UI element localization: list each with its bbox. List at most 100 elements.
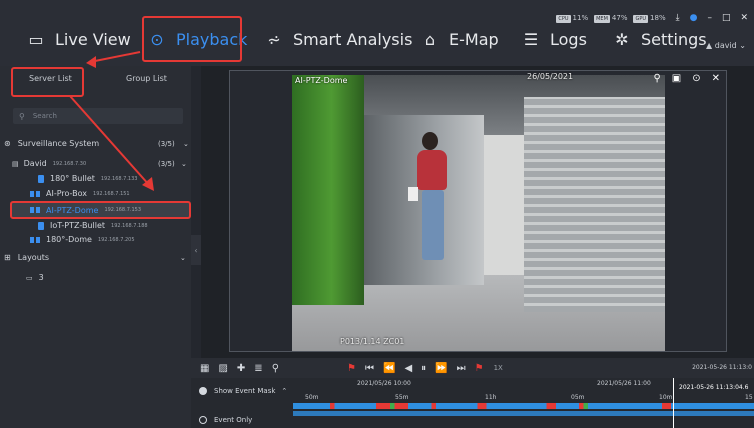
timeline-scale[interactable]: 2021/05/26 10:00 2021/05/26 11:00 50m 55…: [293, 378, 754, 428]
timeline-tick: 10m: [659, 394, 673, 401]
snapshot-icon[interactable]: ▣: [672, 73, 681, 84]
server-icon: ▤: [12, 159, 19, 168]
top-nav-bar: ▭ Live View ⊙ Playback ⩫ Smart Analysis …: [0, 0, 754, 66]
device-item[interactable]: IoT-PTZ-Bullet 192.168.7.188: [38, 221, 148, 230]
server-list-highlight-box: [11, 67, 84, 97]
device-ip: 192.168.7.188: [111, 222, 148, 229]
timeline-area: Show Event Mask ⌃ Event Only 2021/05/26 …: [191, 378, 754, 428]
zoom-icon[interactable]: ⚲: [653, 73, 660, 84]
event-only-label: Event Only: [214, 416, 253, 424]
memory-icon: MEM: [594, 14, 610, 23]
device-name: 180° Bullet: [50, 174, 95, 183]
chevron-down-icon: ⌄: [181, 159, 187, 168]
step-back-icon[interactable]: ◀: [404, 363, 412, 374]
timeline-tick: 11h: [485, 394, 497, 401]
dome-camera-icon: [30, 236, 40, 243]
tree-root[interactable]: ⊛ Surveillance System (3/5) ⌄: [4, 139, 189, 148]
record-icon[interactable]: ⊙: [692, 73, 700, 84]
search-event-icon[interactable]: ⚲: [272, 363, 279, 374]
minimize-icon[interactable]: –: [707, 13, 712, 23]
skip-end-icon[interactable]: ⏭: [457, 363, 466, 374]
device-item[interactable]: AI-Pro-Box 192.168.7.151: [30, 189, 130, 198]
tab-smart-analysis[interactable]: ⩫ Smart Analysis: [264, 22, 412, 56]
tree-root-label: Surveillance System: [17, 139, 100, 148]
tab-label: Settings: [641, 29, 707, 49]
timeline-date: 2021/05/26 11:00: [597, 380, 651, 387]
video-player[interactable]: AI-PTZ-Dome 26/05/2021 ⚲ ▣ ⊙ ✕ P013/1.14…: [229, 70, 727, 352]
tab-emap[interactable]: ⌂ E-Map: [420, 22, 499, 56]
recording-track[interactable]: [293, 411, 754, 416]
layouts-node[interactable]: ⊞ Layouts ⌄: [4, 253, 189, 262]
mem-status: MEM 47%: [594, 13, 628, 23]
server-ip: 192.168.7.30: [52, 160, 87, 167]
layout-item[interactable]: ▭ 3: [26, 273, 44, 282]
server-count: (3/5): [158, 159, 175, 168]
calendar-icon[interactable]: ▦: [200, 363, 209, 374]
playback-speed[interactable]: 1X: [494, 364, 503, 372]
tab-settings[interactable]: ✲ Settings: [612, 22, 707, 56]
layout-icon: ⊞: [4, 253, 11, 262]
sidebar: Server List Group List ⚲ Search ⊛ Survei…: [0, 66, 191, 428]
sidebar-collapse-handle[interactable]: ‹: [191, 235, 201, 265]
video-toolbar: ⚲ ▣ ⊙ ✕: [653, 73, 720, 84]
device-name: 180°-Dome: [46, 235, 92, 244]
logs-icon: ☰: [523, 29, 539, 49]
chevron-down-icon: ⌄: [180, 253, 186, 262]
add-tag-icon[interactable]: ✚: [237, 363, 245, 374]
timeline-cursor-label: 2021-05-26 11:13:04.6: [679, 384, 749, 391]
tab-logs[interactable]: ☰ Logs: [521, 22, 587, 56]
search-input[interactable]: ⚲ Search: [13, 108, 183, 124]
timeline-date: 2021/05/26 10:00: [357, 380, 411, 387]
close-icon[interactable]: ✕: [740, 13, 748, 23]
username: david: [714, 41, 737, 50]
video-viewport: AI-PTZ-Dome 26/05/2021 ⚲ ▣ ⊙ ✕ P013/1.14…: [201, 66, 754, 358]
gpu-status: GPU 18%: [633, 13, 666, 23]
rewind-icon[interactable]: ⏪: [383, 363, 395, 374]
event-track[interactable]: [293, 403, 754, 409]
next-event-icon[interactable]: ⚑: [475, 363, 484, 374]
system-icon: ⊛: [4, 139, 11, 148]
emap-icon: ⌂: [424, 29, 436, 49]
event-only-toggle[interactable]: Event Only: [199, 416, 252, 424]
playback-highlight-box: [142, 16, 242, 62]
notification-icon[interactable]: ●: [690, 13, 698, 23]
device-item[interactable]: 180°-Dome 192.168.7.205: [30, 235, 135, 244]
close-icon[interactable]: ✕: [712, 73, 720, 84]
skip-start-icon[interactable]: ⏮: [365, 363, 374, 374]
device-item[interactable]: 180° Bullet 192.168.7.133: [38, 174, 137, 183]
video-bottom-overlay: P013/1.14 ZC01: [340, 337, 405, 346]
tab-live-view[interactable]: ▭ Live View: [26, 22, 130, 56]
pause-icon[interactable]: ⏸: [421, 363, 426, 374]
system-status: CPU 11% MEM 47% GPU 18% ⤓ ● – □ ✕: [556, 13, 748, 23]
layout-item-icon: ▭: [26, 273, 33, 282]
maximize-icon[interactable]: □: [722, 13, 731, 23]
camera-feed: [292, 75, 665, 351]
show-event-mask-toggle[interactable]: Show Event Mask ⌃: [199, 387, 287, 395]
tab-group-list[interactable]: Group List: [126, 74, 167, 83]
user-menu[interactable]: ▲ david ⌄: [706, 41, 746, 50]
bullet-camera-icon: [38, 221, 44, 230]
box-camera-icon: [30, 190, 40, 197]
search-placeholder: Search: [32, 112, 57, 120]
device-ip: 192.168.7.205: [97, 236, 135, 243]
tree-root-count: (3/5): [158, 139, 175, 148]
list-icon[interactable]: ≣: [254, 363, 262, 374]
device-ip: 192.168.7.151: [93, 190, 130, 197]
analysis-icon: ⩫: [267, 29, 281, 49]
user-icon: ▲: [706, 41, 713, 50]
current-time: 2021-05-26 11:13:0: [692, 364, 752, 371]
layout-item-label: 3: [38, 273, 44, 282]
tab-label: E-Map: [449, 29, 499, 49]
server-node[interactable]: ▤ David 192.168.7.30 (3/5) ⌄: [12, 159, 189, 168]
tab-label: Logs: [550, 29, 587, 49]
timeline-cursor[interactable]: [673, 378, 674, 428]
server-label: David: [23, 159, 47, 168]
show-event-mask-label: Show Event Mask: [214, 387, 276, 395]
prev-event-icon[interactable]: ⚑: [347, 363, 356, 374]
video-camera-title: AI-PTZ-Dome: [295, 76, 348, 85]
fast-forward-icon[interactable]: ⏩: [435, 363, 447, 374]
lock-icon[interactable]: ▨: [218, 363, 227, 374]
search-icon: ⚲: [19, 111, 25, 121]
download-icon[interactable]: ⤓: [676, 13, 680, 23]
radio-icon: [199, 416, 207, 424]
